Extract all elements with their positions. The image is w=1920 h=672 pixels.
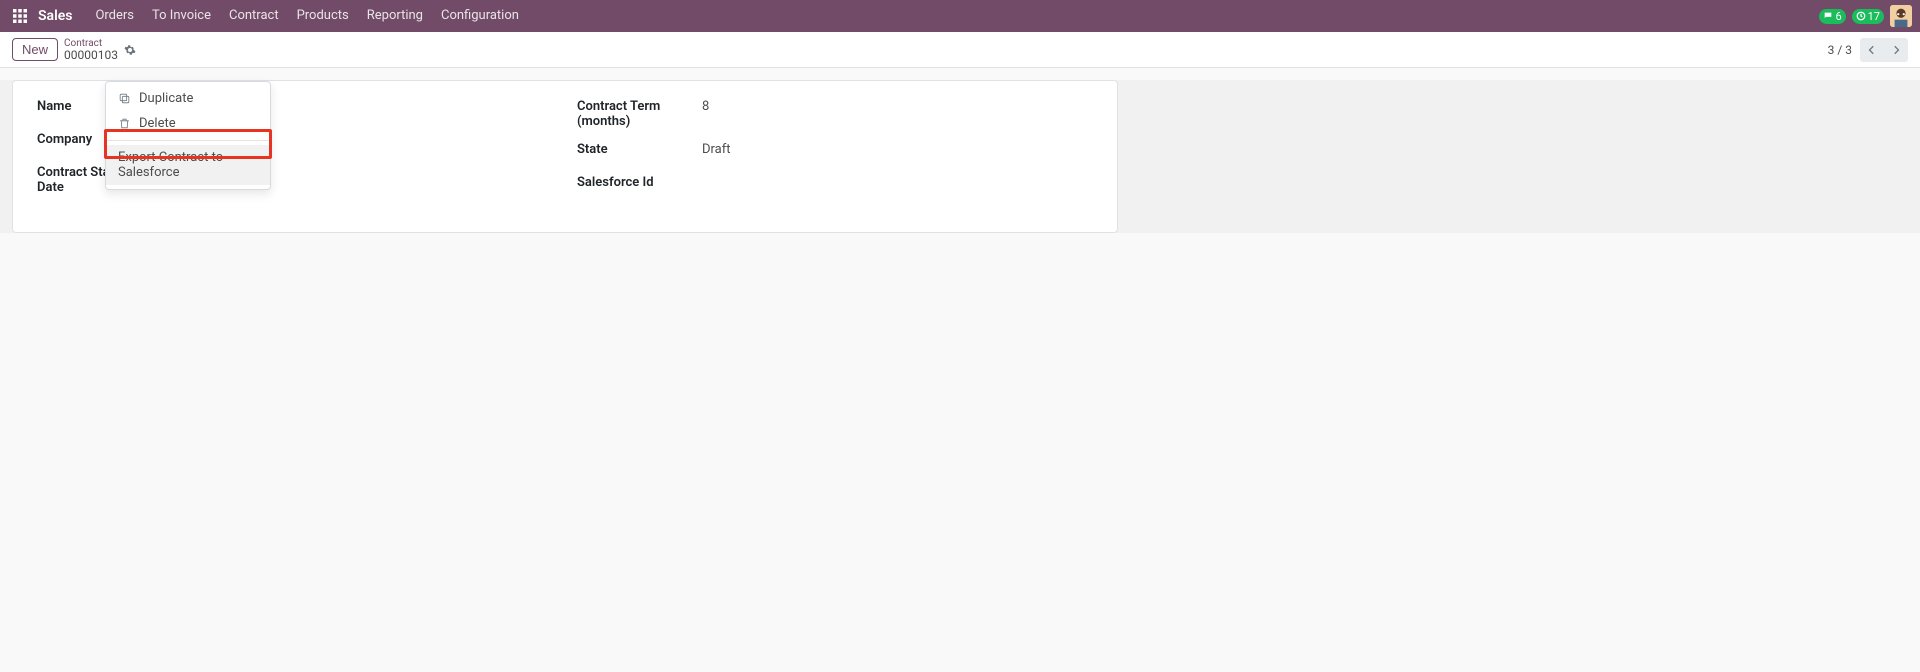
chevron-left-icon — [1867, 45, 1877, 55]
top-navbar: Sales Orders To Invoice Contract Product… — [0, 0, 1920, 32]
user-avatar[interactable] — [1890, 5, 1912, 27]
gear-button[interactable] — [124, 44, 136, 56]
dropdown-item-duplicate[interactable]: Duplicate — [106, 86, 270, 111]
new-button[interactable]: New — [12, 38, 58, 61]
breadcrumb-current: 00000103 — [64, 49, 118, 61]
control-panel: New Contract 00000103 3 / 3 — [0, 32, 1920, 68]
label-state: State — [577, 142, 702, 157]
clock-icon — [1856, 11, 1866, 21]
control-panel-left: New Contract 00000103 — [12, 38, 136, 61]
nav-right: 6 17 — [1819, 5, 1912, 27]
value-contract-term[interactable]: 8 — [702, 99, 709, 114]
chevron-right-icon — [1891, 45, 1901, 55]
activity-count: 17 — [1868, 10, 1880, 23]
menu-orders[interactable]: Orders — [86, 0, 143, 32]
breadcrumb-parent[interactable]: Contract — [64, 39, 118, 49]
control-panel-right: 3 / 3 — [1828, 38, 1908, 62]
menu-to-invoice[interactable]: To Invoice — [143, 0, 220, 32]
breadcrumb: Contract 00000103 — [64, 39, 118, 61]
dropdown-item-label: Delete — [139, 116, 176, 131]
label-salesforce-id: Salesforce Id — [577, 175, 702, 190]
form-column-right: Contract Term (months) 8 State Draft Sal… — [577, 99, 1093, 208]
menu-reporting[interactable]: Reporting — [358, 0, 432, 32]
value-state[interactable]: Draft — [702, 142, 731, 157]
dropdown-item-label: Export Contract to Salesforce — [118, 150, 258, 180]
chat-button[interactable]: 6 — [1819, 9, 1845, 24]
dropdown-divider — [106, 140, 270, 141]
pager-prev-button[interactable] — [1860, 38, 1884, 62]
form-sheet: Duplicate Delete Export Contract to Sale… — [12, 80, 1118, 233]
menu-configuration[interactable]: Configuration — [432, 0, 528, 32]
pager-next-button[interactable] — [1884, 38, 1908, 62]
chat-icon — [1823, 11, 1833, 21]
form-background: Duplicate Delete Export Contract to Sale… — [0, 80, 1920, 233]
label-contract-term: Contract Term (months) — [577, 99, 702, 129]
chat-count: 6 — [1835, 10, 1841, 23]
field-salesforce-id: Salesforce Id — [577, 175, 1093, 195]
menu-products[interactable]: Products — [288, 0, 358, 32]
dropdown-item-delete[interactable]: Delete — [106, 111, 270, 136]
dropdown-item-label: Duplicate — [139, 91, 193, 106]
apps-icon[interactable] — [8, 4, 32, 28]
duplicate-icon — [118, 92, 131, 105]
trash-icon — [118, 117, 131, 130]
brand-name[interactable]: Sales — [38, 8, 72, 24]
gear-icon — [124, 44, 136, 56]
field-state: State Draft — [577, 142, 1093, 162]
pager-buttons — [1860, 38, 1908, 62]
dropdown-item-export-salesforce[interactable]: Export Contract to Salesforce — [106, 145, 270, 185]
nav-left: Sales Orders To Invoice Contract Product… — [8, 0, 528, 32]
field-contract-term: Contract Term (months) 8 — [577, 99, 1093, 129]
activity-button[interactable]: 17 — [1852, 9, 1884, 24]
menu-contract[interactable]: Contract — [220, 0, 288, 32]
action-dropdown-menu: Duplicate Delete Export Contract to Sale… — [105, 81, 271, 190]
avatar-icon — [1890, 5, 1912, 27]
pager-text: 3 / 3 — [1828, 43, 1852, 57]
